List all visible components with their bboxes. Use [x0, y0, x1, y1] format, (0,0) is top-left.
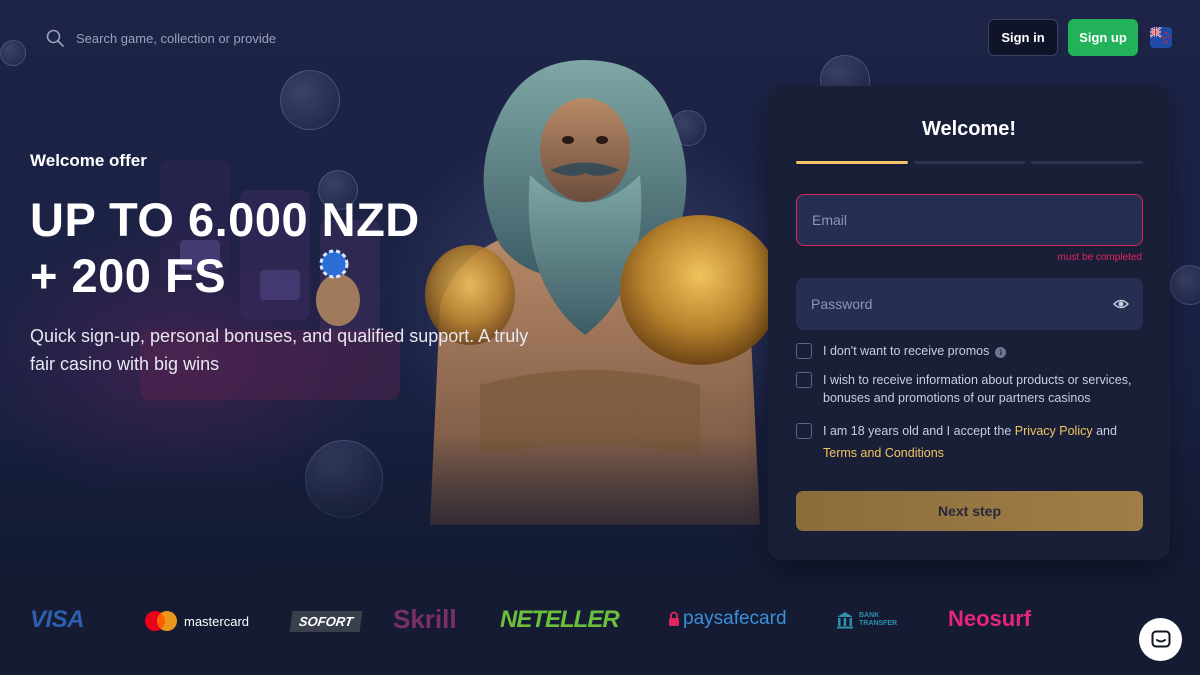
neteller-logo: NETELLER: [500, 606, 620, 634]
age-terms-row: I am 18 years old and I accept the Priva…: [796, 420, 1143, 464]
live-chat-button[interactable]: [1139, 618, 1182, 661]
mastercard-logo-text: mastercard: [184, 613, 250, 629]
search-icon[interactable]: [46, 29, 64, 47]
partners-info-checkbox[interactable]: [796, 372, 812, 388]
sofort-logo: SOFORT: [289, 611, 363, 632]
paysafecard-logo: paysafecard: [668, 608, 787, 630]
age-terms-text: I am 18 years old and I accept the Priva…: [823, 420, 1143, 464]
age-terms-prefix: I am 18 years old and I accept the: [823, 424, 1012, 438]
age-terms-checkbox[interactable]: [796, 423, 812, 439]
bank-transfer-logo: BANK TRANSFER: [835, 610, 897, 630]
search-bar[interactable]: [36, 20, 286, 56]
nz-flag-icon[interactable]: [1150, 27, 1172, 48]
offer-headline-line1: UP TO 6.000 NZD: [30, 193, 420, 246]
email-field[interactable]: [796, 194, 1143, 246]
sign-up-button[interactable]: Sign up: [1068, 19, 1138, 56]
password-input[interactable]: [796, 278, 1143, 330]
visa-logo: VISA: [30, 606, 85, 634]
mastercard-logo: mastercard: [144, 610, 249, 632]
partners-info-row: I wish to receive information about prod…: [796, 371, 1143, 407]
offer-headline-line2: + 200 FS: [30, 249, 227, 302]
bank-transfer-line2: TRANSFER: [859, 620, 898, 627]
terms-and-conditions-link[interactable]: Terms and Conditions: [823, 446, 944, 460]
privacy-policy-link[interactable]: Privacy Policy: [1015, 424, 1093, 438]
neosurf-logo-text: Neosurf: [948, 606, 1032, 631]
age-terms-and: and: [1096, 424, 1117, 438]
info-icon[interactable]: i: [995, 347, 1007, 358]
top-header: Sign in Sign up: [0, 0, 1200, 72]
next-step-button[interactable]: Next step: [796, 491, 1143, 531]
promos-opt-out-label: I don't want to receive promos: [823, 344, 990, 358]
visa-logo-text: VISA: [30, 606, 85, 633]
promos-opt-out-row: I don't want to receive promos i: [796, 342, 1007, 360]
sofort-logo-text: SOFORT: [297, 614, 354, 629]
email-input[interactable]: [797, 195, 1142, 245]
skrill-logo-text: Skrill: [393, 604, 457, 634]
step-indicator-1: [796, 161, 908, 164]
bank-transfer-text: BANK TRANSFER: [859, 612, 897, 628]
mastercard-circles-icon: [145, 611, 177, 631]
email-error-message: must be completed: [1057, 252, 1143, 263]
offer-description: Quick sign-up, personal bonuses, and qua…: [30, 326, 529, 374]
promos-opt-out-text: I don't want to receive promos i: [823, 342, 1007, 360]
panel-title: Welcome!: [921, 118, 1017, 140]
step-indicator-3: [1031, 161, 1144, 164]
bubble-decoration: [1170, 265, 1200, 305]
neteller-logo-text: NETELLER: [500, 606, 620, 633]
neosurf-logo: Neosurf: [948, 606, 1031, 632]
partners-info-label: I wish to receive information about prod…: [823, 373, 1132, 405]
promos-opt-out-checkbox[interactable]: [796, 343, 812, 359]
eye-icon[interactable]: [1113, 296, 1129, 312]
search-input[interactable]: [76, 30, 276, 46]
step-progress: [796, 161, 1144, 164]
offer-headline: UP TO 6.000 NZD + 200 FS: [30, 192, 420, 304]
payment-methods-bar: VISA mastercard SOFORT Skrill NETELLER p…: [0, 598, 1200, 644]
bank-transfer-line1: BANK: [859, 612, 880, 619]
skrill-logo: Skrill: [393, 604, 457, 635]
sign-in-button[interactable]: Sign in: [988, 19, 1058, 56]
chat-icon: [1151, 630, 1170, 647]
padlock-icon: [669, 611, 679, 626]
password-field[interactable]: [796, 278, 1143, 330]
step-indicator-2: [913, 161, 1026, 164]
registration-panel: Welcome! must be completed I don't want …: [768, 86, 1170, 560]
welcome-offer-label: Welcome offer: [30, 151, 147, 170]
paysafecard-logo-text: paysafecard: [683, 608, 787, 629]
bank-icon: [837, 612, 853, 629]
